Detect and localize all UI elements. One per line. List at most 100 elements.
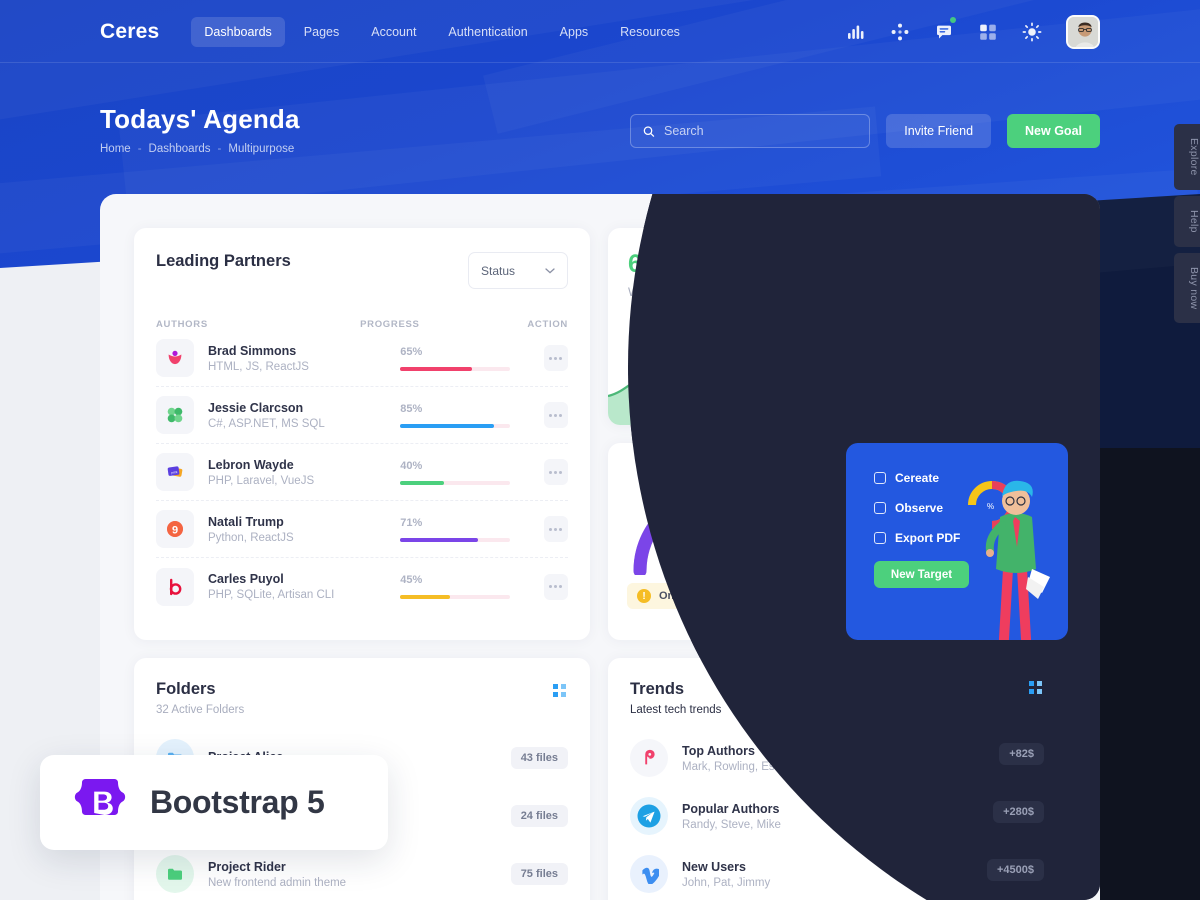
folder-file-count: 43 files <box>510 747 568 769</box>
search-icon <box>643 125 655 137</box>
bar <box>1052 389 1066 425</box>
gauge-notice-text: Only New Users <box>659 590 743 602</box>
partner-percent: 85% <box>400 402 423 415</box>
trend-people: John, Pat, Jimmy <box>682 876 771 889</box>
nav-link-account[interactable]: Account <box>358 17 429 47</box>
table-row[interactable]: print Lebron Wayde PHP, Laravel, VueJS 4… <box>156 444 568 501</box>
column-authors: AUTHORS <box>156 319 208 330</box>
row-actions-button[interactable] <box>543 345 568 371</box>
progress-track <box>400 480 511 485</box>
chat-icon[interactable] <box>934 16 956 42</box>
bar <box>866 405 888 425</box>
folder-desc: New frontend admin theme <box>208 876 347 889</box>
progress-fill <box>400 595 450 599</box>
search-box[interactable] <box>630 114 871 148</box>
promo-item-label: Export PDF <box>895 531 961 545</box>
gauge-chart: 68% Weekly Followers <box>626 479 810 578</box>
side-tab-buy-now[interactable]: Buy now <box>1174 252 1200 323</box>
trends-subtitle: Latest tech trends <box>630 704 722 716</box>
bar <box>928 375 950 425</box>
breadcrumb-item-multipurpose[interactable]: Multipurpose <box>228 143 294 155</box>
table-row[interactable]: 9 Natali Trump Python, ReactJS 71% <box>156 501 568 558</box>
bar <box>897 392 919 425</box>
partner-progress: 71% <box>400 517 543 542</box>
row-actions-button[interactable] <box>543 573 568 600</box>
nav-link-authentication[interactable]: Authentication <box>435 17 540 47</box>
bar-chart-icon[interactable] <box>846 22 866 42</box>
partner-percent: 65% <box>400 345 423 358</box>
trends-card: Trends Latest tech trends Top Authors Ma <box>608 658 1066 900</box>
partner-progress: 85% <box>400 403 543 428</box>
status-select[interactable]: Status <box>468 252 568 289</box>
trend-info: Popular Authors Randy, Steve, Mike <box>682 802 781 831</box>
trends-title: Trends <box>630 680 685 698</box>
bootstrap-badge[interactable]: Bootstrap 5 <box>40 755 388 850</box>
grid-icon[interactable] <box>978 22 998 42</box>
side-tab-explore[interactable]: Explore <box>1174 124 1200 190</box>
side-tab-help[interactable]: Help <box>1174 195 1200 247</box>
partner-info: Brad Simmons HTML, JS, ReactJS <box>208 344 400 373</box>
breadcrumb-item-home[interactable]: Home <box>100 143 131 155</box>
partner-info: Natali Trump Python, ReactJS <box>208 515 400 544</box>
weekly-targets-card: 730 My Weekly Targets <box>846 228 1066 425</box>
followers-area-chart <box>608 336 828 425</box>
nav-link-dashboards[interactable]: Dashboards <box>191 16 285 47</box>
row-actions-button[interactable] <box>543 402 568 428</box>
trend-info: Top Authors Mark, Rowling, Esther <box>682 744 794 773</box>
promo-item-label: Observe <box>895 501 944 515</box>
header-actions: Invite Friend New Goal <box>630 114 1100 148</box>
trend-name: Top Authors <box>682 743 755 758</box>
invite-friend-button[interactable]: Invite Friend <box>886 114 992 148</box>
brand-logo[interactable]: Ceres <box>100 20 159 44</box>
sun-icon[interactable] <box>1022 22 1042 42</box>
partners-header: Leading Partners Status <box>156 252 568 289</box>
partner-percent: 71% <box>400 516 423 529</box>
breadcrumb-item-dashboards[interactable]: Dashboards <box>149 143 211 155</box>
table-row[interactable]: Jessie Clarcson C#, ASP.NET, MS SQL 85% <box>156 387 568 444</box>
new-goal-button[interactable]: New Goal <box>1007 114 1100 148</box>
column-progress: PROGRESS <box>360 319 420 330</box>
trend-amount: +280$ <box>993 805 1044 827</box>
avatar[interactable] <box>1066 14 1100 49</box>
page-title: Todays' Agenda <box>100 104 300 134</box>
followers-label: Weekly New Followers <box>628 285 750 299</box>
cards-logo: print <box>156 453 194 491</box>
promo-item-label: Cereate <box>895 471 940 485</box>
targets-label: My Weekly Targets <box>866 285 967 299</box>
bar <box>1021 385 1043 425</box>
partners-table-header: AUTHORS PROGRESS ACTION <box>156 319 568 330</box>
row-actions-button[interactable] <box>543 459 568 485</box>
row-actions-button[interactable] <box>543 516 568 542</box>
progress-track <box>400 595 511 599</box>
table-row[interactable]: Carles Puyol PHP, SQLite, Artisan CLI 45… <box>156 558 568 615</box>
telegram-icon <box>630 797 668 835</box>
column-action: ACTION <box>527 319 568 330</box>
bar <box>990 379 1012 425</box>
sparkle-icon[interactable] <box>890 22 910 42</box>
list-item[interactable]: Popular Authors Randy, Steve, Mike +280$ <box>630 788 1044 844</box>
trends-menu-button[interactable] <box>1029 684 1042 697</box>
nav-link-pages[interactable]: Pages <box>291 17 352 47</box>
partner-percent: 40% <box>400 459 423 472</box>
trend-name: Popular Authors <box>682 801 780 816</box>
navbar: Ceres Dashboards Pages Account Authentic… <box>0 0 1200 63</box>
breadcrumb: Home - Dashboards - Multipurpose <box>100 143 300 155</box>
status-select-value: Status <box>481 263 516 278</box>
list-item[interactable]: Top Authors Mark, Rowling, Esther +82$ <box>630 730 1044 786</box>
folder-name: Project Rider <box>208 859 286 874</box>
svg-text:print: print <box>171 470 178 475</box>
targets-value: 730 <box>866 250 908 278</box>
table-row[interactable]: Brad Simmons HTML, JS, ReactJS 65% <box>156 330 568 387</box>
chevron-down-icon <box>545 267 555 273</box>
partner-name: Carles Puyol <box>208 572 284 586</box>
partner-progress: 45% <box>400 574 543 599</box>
search-input[interactable] <box>663 124 858 138</box>
nav-link-apps[interactable]: Apps <box>547 17 602 47</box>
partner-name: Jessie Clarcson <box>208 400 304 415</box>
nav-link-resources[interactable]: Resources <box>607 17 693 47</box>
folders-menu-button[interactable] <box>553 684 566 697</box>
list-item[interactable]: New Users John, Pat, Jimmy +4500$ <box>630 846 1044 900</box>
breadcrumb-sep: - <box>217 143 222 155</box>
checkbox-icon <box>874 472 886 484</box>
list-item[interactable]: Project Rider New frontend admin theme 7… <box>156 846 568 900</box>
